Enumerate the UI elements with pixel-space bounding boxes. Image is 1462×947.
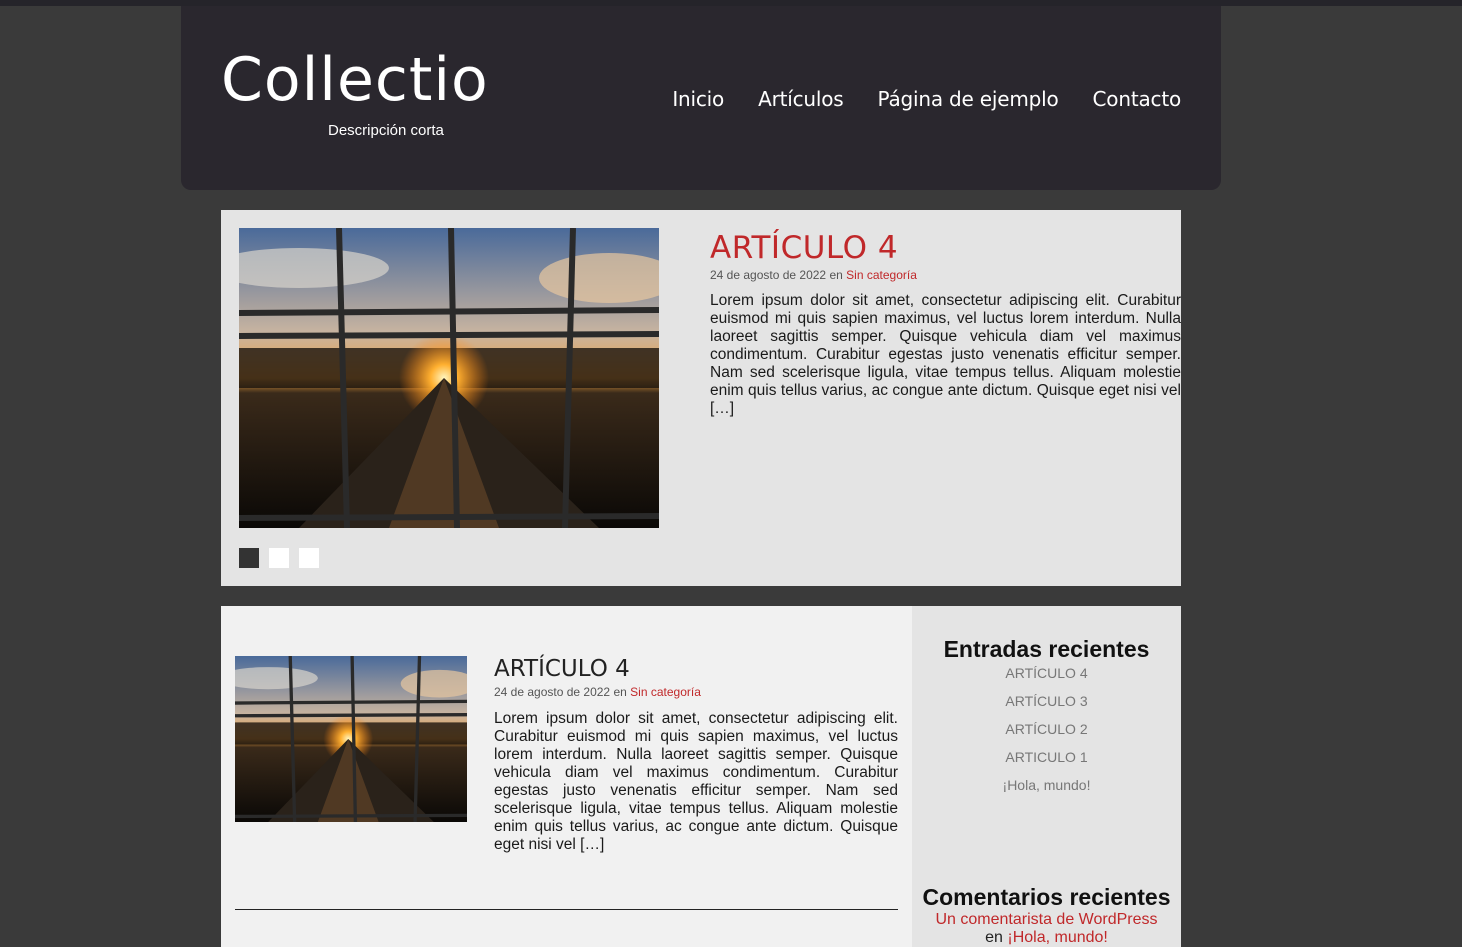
- slide-meta: 24 de agosto de 2022 en Sin categoría: [710, 268, 917, 282]
- nav-item-contacto[interactable]: Contacto: [1093, 87, 1182, 111]
- comment-connector: en: [985, 929, 1003, 946]
- slider-dot-1[interactable]: [239, 548, 259, 568]
- post-title[interactable]: ARTÍCULO 4: [494, 656, 630, 682]
- post-divider: [235, 909, 898, 910]
- post-list: ARTÍCULO 4 24 de agosto de 2022 en Sin c…: [221, 606, 912, 947]
- recent-posts-title: Entradas recientes: [943, 636, 1150, 662]
- slide-category-link[interactable]: Sin categoría: [846, 268, 917, 282]
- slide-meta-connector: en: [829, 268, 843, 282]
- main-nav: Inicio Artículos Página de ejemplo Conta…: [672, 87, 1181, 111]
- comment-post-link[interactable]: ¡Hola, mundo!: [1007, 929, 1108, 946]
- nav-item-inicio[interactable]: Inicio: [672, 87, 724, 111]
- slide-excerpt: Lorem ipsum dolor sit amet, consectetur …: [710, 292, 1181, 417]
- post-date: 24 de agosto de 2022: [494, 685, 611, 699]
- recent-comments-title: Comentarios recientes: [922, 884, 1171, 910]
- post-meta: 24 de agosto de 2022 en Sin categoría: [494, 685, 701, 699]
- slider-pagination: [239, 548, 319, 568]
- post-category-link[interactable]: Sin categoría: [630, 685, 701, 699]
- slide-title[interactable]: ARTÍCULO 4: [710, 230, 898, 266]
- recent-posts-list: ARTÍCULO 4 ARTÍCULO 3 ARTÍCULO 2 ARTICUL…: [912, 664, 1181, 804]
- recent-post-link[interactable]: ARTÍCULO 2: [1005, 721, 1087, 737]
- sidebar: Entradas recientes ARTÍCULO 4 ARTÍCULO 3…: [912, 606, 1181, 947]
- slide-date: 24 de agosto de 2022: [710, 268, 827, 282]
- site-header: Collectio Descripción corta Inicio Artíc…: [181, 6, 1221, 190]
- recent-post-link[interactable]: ARTÍCULO 4: [1005, 665, 1087, 681]
- comment-author-line: Un comentarista de WordPress: [912, 911, 1181, 929]
- comment-author-link[interactable]: Un comentarista de WordPress: [935, 911, 1157, 928]
- list-item: ARTÍCULO 2: [912, 720, 1181, 748]
- list-item: ¡Hola, mundo!: [912, 776, 1181, 804]
- recent-post-link[interactable]: ARTÍCULO 3: [1005, 693, 1087, 709]
- nav-item-articulos[interactable]: Artículos: [758, 87, 844, 111]
- post-excerpt: Lorem ipsum dolor sit amet, consectetur …: [494, 710, 898, 853]
- slider-dot-3[interactable]: [299, 548, 319, 568]
- list-item: ARTICULO 1: [912, 748, 1181, 776]
- comment-post-line: en ¡Hola, mundo!: [912, 929, 1181, 947]
- slider-dot-2[interactable]: [269, 548, 289, 568]
- list-item: ARTÍCULO 3: [912, 692, 1181, 720]
- list-item: ARTÍCULO 4: [912, 664, 1181, 692]
- recent-post-link[interactable]: ARTICULO 1: [1005, 749, 1087, 765]
- nav-item-pagina-ejemplo[interactable]: Página de ejemplo: [877, 87, 1058, 111]
- slide-image[interactable]: [239, 228, 659, 528]
- featured-slider: ARTÍCULO 4 24 de agosto de 2022 en Sin c…: [221, 210, 1181, 586]
- recent-post-link[interactable]: ¡Hola, mundo!: [1003, 777, 1091, 793]
- site-title[interactable]: Collectio: [221, 50, 489, 110]
- post-thumbnail[interactable]: [235, 656, 467, 822]
- post-meta-connector: en: [613, 685, 627, 699]
- site-description: Descripción corta: [328, 122, 444, 139]
